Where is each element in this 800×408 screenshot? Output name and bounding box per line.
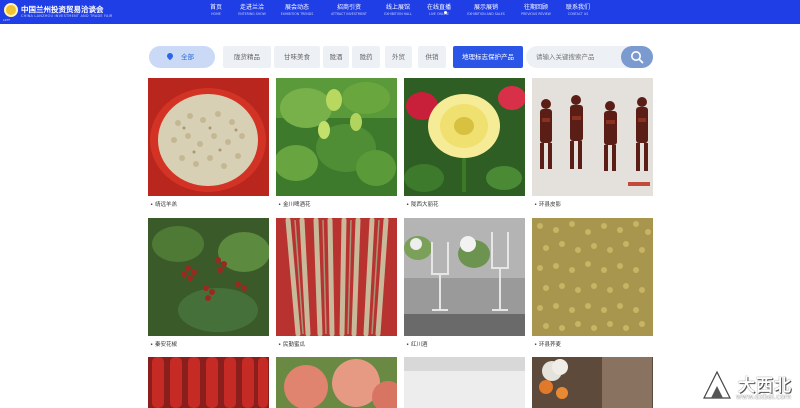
product-image-hops[interactable] (276, 78, 397, 196)
product-caption: • 红川酒 (406, 342, 428, 348)
product-image-dahlia[interactable] (404, 78, 525, 196)
product-caption: • 金川啤酒花 (278, 202, 311, 208)
product-image-buckwheat[interactable] (532, 218, 653, 336)
filter-ganwei-button[interactable]: 甘味美食 (274, 46, 320, 68)
search-icon (631, 51, 644, 64)
product-caption: • 环县荞麦 (534, 342, 561, 348)
product-image-lamb-beans[interactable] (148, 78, 269, 196)
nav-label-en: ATTRACT INVESTMENT (331, 12, 367, 16)
product-image-chili[interactable] (148, 357, 269, 408)
filter-longjiu-button[interactable]: 陇酒 (323, 46, 349, 68)
product-image-pepper[interactable] (148, 218, 269, 336)
search-button[interactable] (621, 46, 653, 68)
product-image-chef[interactable] (532, 357, 653, 408)
product-caption: • 民勤蜜瓜 (278, 342, 305, 348)
nav-label: 招商引资 (336, 4, 362, 11)
nav-item-contact-us[interactable]: 联系我们 CONTACT US (566, 4, 590, 17)
nav-item-exhibition-hall[interactable]: 线上展馆 EXHIBITION HALL (384, 4, 412, 17)
product-image-roots[interactable] (276, 218, 397, 336)
product-caption: • 秦安花椒 (150, 342, 177, 348)
nav-label: 线上展馆 (385, 4, 410, 11)
nav-label-en: LIVE ONLINE (429, 12, 449, 16)
product-caption: • 陇西大丽花 (406, 202, 439, 208)
fair-logo-icon[interactable] (4, 3, 18, 17)
nav-label-en: ENTERING SHOW (238, 12, 266, 16)
product-caption: • 靖远羊羔 (150, 202, 177, 208)
brand-title-en: CHINA LANZHOU INVESTMENT AND TRADE FAIR (21, 14, 113, 18)
nav-item-home[interactable]: 首页 HOME (210, 4, 222, 17)
nav-item-attract-investment[interactable]: 招商引资 ATTRACT INVESTMENT (331, 4, 367, 17)
nav-item-exhibition-trends[interactable]: 展会动态 EXHIBITION TRENDS (281, 4, 314, 17)
nav-label-en: CONTACT US (567, 12, 589, 16)
nav-label-en: EXHIBITION HALL (384, 12, 412, 16)
nav-label: 展会动态 (284, 4, 309, 11)
nav-item-entering-show[interactable]: 走进兰洽 ENTERING SHOW (238, 4, 265, 17)
nav-item-live-online[interactable]: 在线直播 LIVE ONLINE (427, 4, 451, 17)
product-image-plate[interactable] (404, 357, 525, 408)
product-caption: • 环县皮影 (534, 202, 561, 208)
nav-label-en: HOME (211, 12, 221, 16)
location-pin-icon (165, 51, 175, 61)
nav-label: 在线直播 (426, 4, 452, 11)
nav-item-exhibition-sales[interactable]: 展示展销 EXHIBITION AND SALES (467, 4, 505, 17)
logo-subtext: LZTF (3, 18, 11, 22)
nav-label: 首页 (209, 4, 223, 11)
nav-item-previous-review[interactable]: 往期回顾 PREVIOUS REVIEW (521, 4, 551, 17)
nav-label-en: EXHIBITION TRENDS (280, 12, 314, 16)
nav-label-en: PREVIOUS REVIEW (521, 12, 551, 16)
product-image-apples[interactable] (276, 357, 397, 408)
nav-label-en: EXHIBITION AND SALES (467, 12, 505, 16)
filter-longyao-button[interactable]: 陇药 (352, 46, 380, 68)
product-image-liquor[interactable] (404, 218, 525, 336)
live-indicator-dot (444, 11, 447, 14)
nav-label: 往期回顾 (523, 4, 549, 11)
filter-gongxiao-button[interactable]: 供销 (418, 46, 446, 68)
nav-label: 走进兰洽 (239, 4, 264, 11)
product-image-shadow-puppets[interactable] (532, 78, 653, 196)
nav-label: 展示展销 (473, 4, 499, 11)
filter-all-button[interactable]: 全部 (149, 46, 215, 68)
nav-label: 联系我们 (565, 4, 591, 11)
filter-waimao-button[interactable]: 外贸 (385, 46, 412, 68)
filter-longhuo-button[interactable]: 陇货精品 (223, 46, 271, 68)
watermark-url: www.dxbei.com (736, 393, 792, 401)
filter-geo-indication-button[interactable]: 地理标志保护产品 (453, 46, 523, 68)
filter-all-label: 全部 (181, 53, 194, 61)
search-input[interactable] (536, 49, 620, 65)
watermark-logo-icon (703, 370, 731, 399)
top-nav: LZTF 中国兰州投资贸易洽谈会 CHINA LANZHOU INVESTMEN… (0, 0, 800, 24)
